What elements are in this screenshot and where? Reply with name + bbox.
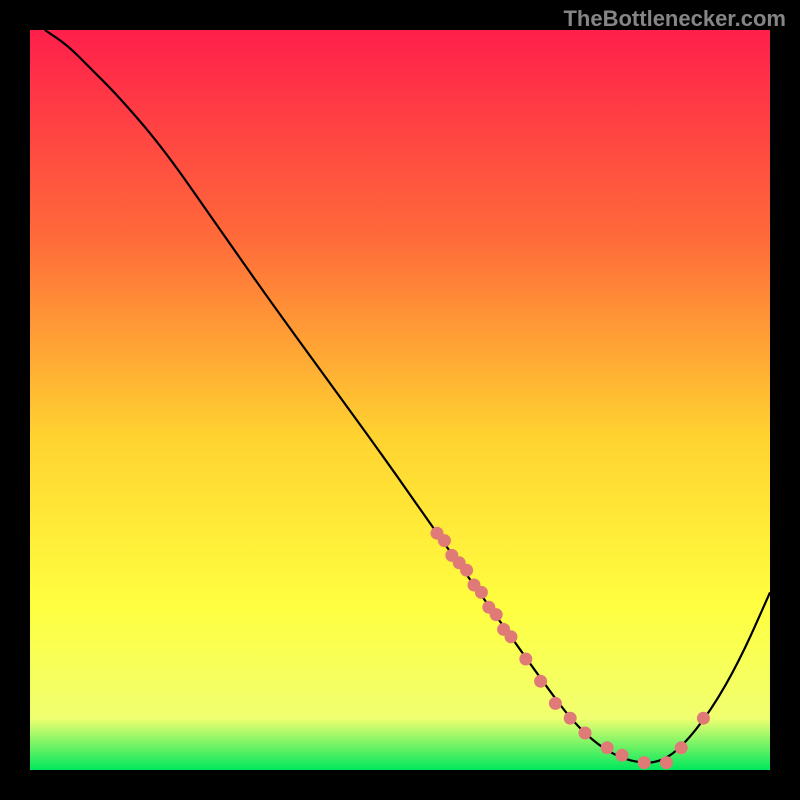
scatter-dot [616, 749, 629, 762]
scatter-dot [579, 727, 592, 740]
attribution-label: TheBottlenecker.com [563, 6, 786, 32]
scatter-dot [564, 712, 577, 725]
chart-container: TheBottlenecker.com [0, 0, 800, 800]
scatter-dot [460, 564, 473, 577]
scatter-dot [675, 741, 688, 754]
scatter-dot [638, 756, 651, 769]
scatter-dot [519, 653, 532, 666]
scatter-dot [475, 586, 488, 599]
scatter-dot [697, 712, 710, 725]
scatter-dot [505, 630, 518, 643]
bottleneck-chart [30, 30, 770, 770]
gradient-background [30, 30, 770, 770]
scatter-dot [438, 534, 451, 547]
scatter-dot [490, 608, 503, 621]
scatter-dot [549, 697, 562, 710]
scatter-dot [601, 741, 614, 754]
scatter-dot [534, 675, 547, 688]
scatter-dot [660, 756, 673, 769]
